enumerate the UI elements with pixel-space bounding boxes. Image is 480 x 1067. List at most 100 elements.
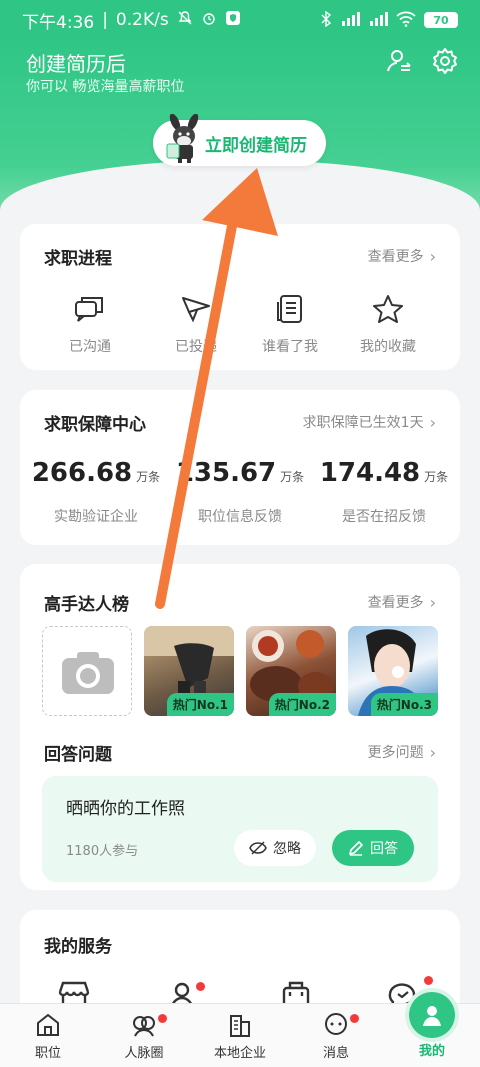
status-speed: 0.2K/s (115, 10, 169, 30)
building-icon (230, 1015, 250, 1037)
job-progress-card: 求职进程 查看更多 › 已沟通 已投递 谁看了我 我的收藏 (20, 224, 460, 370)
nav-label: 我的 (418, 1044, 445, 1059)
message-icon (325, 1013, 347, 1035)
progress-label: 我的收藏 (360, 339, 416, 355)
star-icon (373, 295, 403, 323)
notification-dot (196, 982, 205, 991)
questions-title: 回答问题 (44, 745, 112, 765)
nav-local-companies[interactable]: 本地企业 (202, 1012, 278, 1061)
job-progress-more-label: 查看更多 (367, 249, 424, 265)
expert-rank-badge: 热门No.3 (370, 693, 438, 716)
nav-label: 人脉圈 (124, 1046, 164, 1061)
expert-photo-2[interactable]: 热门No.2 (246, 626, 336, 716)
signal-icon-1 (340, 11, 360, 29)
notification-dot (350, 1014, 359, 1023)
switch-identity-icon[interactable] (384, 46, 414, 76)
network-icon (133, 1016, 155, 1037)
home-icon (37, 1013, 59, 1036)
status-divider: | (102, 10, 108, 30)
nav-messages[interactable]: 消息 (298, 1012, 374, 1061)
stat-value: 266.68 (31, 458, 133, 488)
stat-unit: 万条 (136, 470, 161, 484)
ignore-button[interactable]: 忽略 (234, 830, 316, 866)
chevron-right-icon: › (429, 412, 436, 432)
donkey-mascot-icon (165, 113, 205, 164)
stat-label: 是否在招反馈 (342, 509, 426, 525)
question-item[interactable]: 晒晒你的工作照 1180人参与 忽略 回答 (42, 776, 438, 882)
camera-icon (62, 652, 114, 694)
stat-label: 职位信息反馈 (198, 509, 282, 525)
chevron-right-icon: › (429, 246, 436, 266)
pencil-icon (349, 841, 363, 856)
expert-rank-badge: 热门No.2 (268, 693, 336, 716)
create-resume-label: 立即创建简历 (205, 135, 307, 156)
stat-hiring-feedback: 174.48 万条 是否在招反馈 (314, 458, 454, 526)
progress-item-delivered[interactable]: 已投递 (146, 294, 246, 356)
header-subtitle: 你可以 畅览海量高薪职位 (26, 79, 185, 95)
signal-icon-2 (368, 11, 388, 29)
nav-label: 消息 (322, 1046, 349, 1061)
progress-item-viewed-me[interactable]: 谁看了我 (240, 294, 340, 356)
experts-more-link[interactable]: 查看更多 › (368, 592, 436, 612)
progress-label: 已投递 (175, 339, 217, 355)
status-time: 下午4:36 (22, 12, 95, 33)
progress-item-chatted[interactable]: 已沟通 (40, 294, 140, 356)
question-participants: 1180人参与 (66, 844, 139, 859)
wifi-icon (396, 11, 416, 30)
question-text: 晒晒你的工作照 (66, 799, 185, 819)
nav-me[interactable]: 我的 (394, 1040, 470, 1059)
settings-gear-icon[interactable] (430, 46, 460, 76)
chevron-right-icon: › (429, 592, 436, 612)
answer-label: 回答 (370, 841, 398, 857)
status-bar: 下午4:36 | 0.2K/s 70 (0, 0, 480, 40)
eye-hidden-icon (249, 841, 267, 855)
stat-verified-companies: 266.68 万条 实勘验证企业 (26, 458, 166, 526)
battery-icon: 70 (424, 12, 458, 28)
job-progress-title: 求职进程 (44, 249, 112, 269)
stat-value: 174.48 (319, 458, 421, 488)
mute-icon (177, 10, 193, 31)
upload-photo-button[interactable] (42, 626, 132, 716)
nav-label: 本地企业 (213, 1046, 266, 1061)
nav-network[interactable]: 人脉圈 (106, 1012, 182, 1061)
questions-more-link[interactable]: 更多问题 › (368, 742, 436, 762)
guarantee-status-link[interactable]: 求职保障已生效1天 › (303, 412, 436, 432)
guarantee-status-label: 求职保障已生效1天 (302, 415, 424, 431)
questions-more-label: 更多问题 (367, 745, 424, 761)
profile-icon[interactable] (409, 992, 455, 1038)
guarantee-card: 求职保障中心 求职保障已生效1天 › 266.68 万条 实勘验证企业 135.6… (20, 390, 460, 545)
stat-value: 135.67 (175, 458, 277, 488)
experts-card: 高手达人榜 查看更多 › 热门No.1 热门No.2 热门No.3 回答问题 更… (20, 564, 460, 890)
stat-unit: 万条 (280, 470, 305, 484)
expert-photo-3[interactable]: 热门No.3 (348, 626, 438, 716)
expert-photo-1[interactable]: 热门No.1 (144, 626, 234, 716)
nav-label: 职位 (34, 1046, 61, 1061)
progress-label: 已沟通 (69, 339, 111, 355)
expert-rank-badge: 热门No.1 (166, 693, 234, 716)
chevron-right-icon: › (429, 742, 436, 762)
create-resume-button[interactable]: 立即创建简历 (153, 113, 326, 166)
answer-button[interactable]: 回答 (332, 830, 414, 866)
guarantee-title: 求职保障中心 (44, 415, 146, 435)
notification-dot (424, 976, 433, 985)
notification-dot (158, 1014, 167, 1023)
shield-icon (225, 10, 241, 31)
progress-item-favorites[interactable]: 我的收藏 (338, 294, 438, 356)
job-progress-more-link[interactable]: 查看更多 › (368, 246, 436, 266)
nav-jobs[interactable]: 职位 (10, 1012, 86, 1061)
document-icon (277, 295, 302, 323)
progress-label: 谁看了我 (262, 339, 318, 355)
stat-label: 实勘验证企业 (54, 509, 138, 525)
services-title: 我的服务 (44, 937, 112, 957)
stat-job-feedback: 135.67 万条 职位信息反馈 (170, 458, 310, 526)
experts-title: 高手达人榜 (44, 595, 129, 615)
send-icon (182, 297, 210, 323)
bluetooth-icon (320, 10, 332, 30)
chat-icon (75, 297, 103, 322)
alarm-icon (201, 10, 217, 31)
ignore-label: 忽略 (273, 841, 301, 857)
bottom-nav: 职位 人脉圈 本地企业 消息 我的 (0, 1003, 480, 1067)
header-title: 创建简历后 (26, 52, 126, 76)
experts-more-label: 查看更多 (367, 595, 424, 611)
stat-unit: 万条 (424, 470, 449, 484)
